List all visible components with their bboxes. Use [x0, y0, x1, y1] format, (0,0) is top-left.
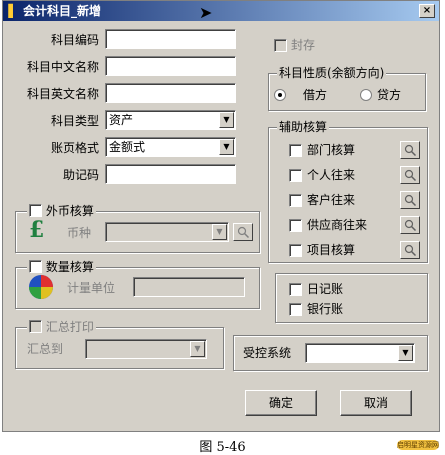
- en-name-input[interactable]: [105, 83, 236, 103]
- currency-search-button[interactable]: [233, 223, 253, 241]
- credit-label: 贷方: [377, 88, 402, 102]
- dialog-window: ▌ 会计科目_新增 × ➤ 科目编码 科目中文名称 科目英文名称 科目类型 资产…: [2, 0, 440, 432]
- quantity-checkbox[interactable]: [29, 260, 42, 273]
- aux-person-search-button[interactable]: [400, 166, 420, 184]
- summary-checkbox[interactable]: [29, 320, 42, 333]
- chevron-down-icon[interactable]: ▼: [190, 341, 205, 357]
- en-name-label: 科目英文名称: [26, 87, 99, 101]
- aux-group-title: 辅助核算: [277, 120, 330, 134]
- debit-radio[interactable]: [274, 89, 286, 101]
- search-icon: [404, 244, 417, 257]
- aux-supplier-label: 供应商往来: [307, 218, 368, 232]
- seal-checkbox[interactable]: [274, 39, 287, 52]
- quantity-legend: 数量核算: [27, 260, 96, 274]
- unit-input[interactable]: [133, 277, 245, 297]
- search-icon: [237, 226, 250, 239]
- control-label: 受控系统: [243, 346, 292, 360]
- aux-dept-label: 部门核算: [307, 143, 356, 157]
- aux-dept-search-button[interactable]: [400, 141, 420, 159]
- aux-supplier-checkbox[interactable]: [289, 219, 302, 232]
- control-select[interactable]: ▼: [305, 343, 415, 363]
- aux-supplier-search-button[interactable]: [400, 216, 420, 234]
- quantity-title: 数量核算: [45, 260, 94, 274]
- summary-title: 汇总打印: [45, 320, 94, 334]
- nature-group-title: 科目性质(余额方向): [277, 66, 387, 80]
- foreign-checkbox[interactable]: [29, 204, 42, 217]
- bank-book-label: 银行账: [307, 302, 344, 316]
- summary-legend: 汇总打印: [27, 320, 96, 334]
- summary-to-select[interactable]: ▼: [85, 339, 207, 359]
- radio-selected-dot: [278, 93, 282, 97]
- aux-project-label: 项目核算: [307, 243, 356, 257]
- currency-select[interactable]: ▼: [105, 222, 229, 242]
- code-input[interactable]: [105, 29, 236, 49]
- mnemonic-label: 助记码: [62, 168, 99, 182]
- ok-button[interactable]: 确定: [245, 390, 317, 416]
- close-button[interactable]: ×: [419, 4, 435, 18]
- chevron-down-icon[interactable]: ▼: [398, 345, 413, 361]
- bank-book-checkbox[interactable]: [289, 303, 302, 316]
- type-select[interactable]: 资产 ▼: [105, 110, 236, 130]
- aux-customer-label: 客户往来: [307, 193, 356, 207]
- foreign-title: 外币核算: [45, 204, 94, 218]
- unit-label: 计量单位: [67, 281, 116, 295]
- search-icon: [404, 219, 417, 232]
- aux-project-checkbox[interactable]: [289, 244, 302, 257]
- chevron-down-icon[interactable]: ▼: [219, 139, 234, 155]
- debit-label: 借方: [303, 88, 328, 102]
- day-book-checkbox[interactable]: [289, 283, 302, 296]
- format-select[interactable]: 金额式 ▼: [105, 137, 236, 157]
- aux-person-checkbox[interactable]: [289, 169, 302, 182]
- summary-to-label: 汇总到: [27, 342, 64, 356]
- window-title: 会计科目_新增: [23, 4, 102, 18]
- foreign-legend: 外币核算: [27, 204, 96, 218]
- format-select-value: 金额式: [109, 140, 146, 154]
- day-book-label: 日记账: [307, 282, 344, 296]
- chevron-down-icon[interactable]: ▼: [212, 224, 227, 240]
- currency-label: 币种: [67, 226, 92, 240]
- code-label: 科目编码: [50, 33, 99, 47]
- aux-customer-checkbox[interactable]: [289, 194, 302, 207]
- aux-dept-checkbox[interactable]: [289, 144, 302, 157]
- cn-name-label: 科目中文名称: [26, 60, 99, 74]
- type-label: 科目类型: [50, 114, 99, 128]
- app-icon: ▌: [8, 4, 18, 18]
- figure-caption: 图 5-46: [199, 440, 246, 455]
- aux-customer-search-button[interactable]: [400, 191, 420, 209]
- pound-currency-icon: £: [29, 217, 45, 243]
- aux-person-label: 个人往来: [307, 168, 356, 182]
- pie-chart-icon: [29, 275, 53, 299]
- credit-radio[interactable]: [360, 89, 372, 101]
- chevron-down-icon[interactable]: ▼: [219, 112, 234, 128]
- format-label: 账页格式: [50, 141, 99, 155]
- mnemonic-input[interactable]: [105, 164, 236, 184]
- title-bar[interactable]: ▌ 会计科目_新增 ×: [3, 1, 439, 21]
- seal-label: 封存: [291, 38, 316, 52]
- search-icon: [404, 194, 417, 207]
- search-icon: [404, 169, 417, 182]
- cn-name-input[interactable]: [105, 56, 236, 76]
- mouse-cursor-icon: ➤: [199, 3, 213, 22]
- watermark: 启明星资源网: [397, 440, 439, 450]
- search-icon: [404, 144, 417, 157]
- type-select-value: 资产: [109, 113, 134, 127]
- aux-project-search-button[interactable]: [400, 241, 420, 259]
- cancel-button[interactable]: 取消: [340, 390, 412, 416]
